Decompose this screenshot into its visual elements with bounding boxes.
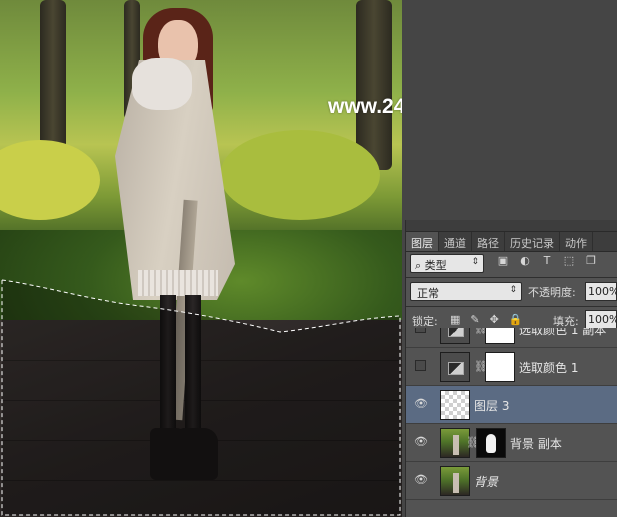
watermark-text: www.240ps.com <box>328 95 402 118</box>
layer-name: 图层 3 <box>474 399 510 413</box>
visibility-toggle[interactable] <box>415 328 426 333</box>
mask-thumbnail <box>485 328 515 344</box>
blend-mode-select[interactable]: 正常 ⇕ <box>410 282 522 301</box>
skirt <box>138 270 218 296</box>
fur-collar <box>132 58 192 110</box>
right-leg <box>185 295 201 435</box>
lock-paint-icon[interactable]: ✎ <box>470 313 479 326</box>
fill-input[interactable]: 100% <box>585 310 617 329</box>
panel-header-bar[interactable] <box>406 220 617 232</box>
eye-icon[interactable]: 👁 <box>414 436 428 448</box>
layer-name: 选取颜色 1 <box>519 361 579 375</box>
fill-label: 填充: <box>553 315 579 328</box>
opacity-label: 不透明度: <box>528 286 576 299</box>
mask-thumbnail <box>476 428 506 458</box>
adjustment-thumbnail <box>440 352 470 382</box>
layer-filter-select[interactable]: ⌕ 类型 ⇕ <box>410 254 484 273</box>
layer-thumbnail <box>440 466 470 496</box>
tab-history[interactable]: 历史记录 <box>505 232 560 251</box>
layers-panel: 图层 通道 路径 历史记录 动作 ⌕ 类型 ⇕ ▣ ◐ T ⬚ ❐ 正常 ⇕ 不… <box>405 220 617 517</box>
eye-icon[interactable]: 👁 <box>414 474 428 486</box>
yellow-foliage <box>0 140 100 220</box>
opacity-input[interactable]: 100% <box>585 282 617 301</box>
filter-value: 类型 <box>424 259 447 272</box>
layer-name: 选取颜色 1 副本 <box>519 328 607 337</box>
layer-row-selected[interactable]: 👁 图层 3 <box>406 386 617 424</box>
chevron-updown-icon: ⇕ <box>471 257 479 267</box>
adjustment-thumbnail <box>440 328 470 344</box>
document-canvas[interactable]: www.240ps.com <box>0 0 402 517</box>
lock-all-icon[interactable]: 🔒 <box>509 313 523 326</box>
lock-icons: ▦ ✎ ✥ 🔒 <box>450 313 523 326</box>
lock-label: 锁定: <box>412 315 438 328</box>
blend-mode-value: 正常 <box>417 287 439 300</box>
layer-name: 背景 副本 <box>510 437 562 451</box>
panel-tabs: 图层 通道 路径 历史记录 动作 <box>406 232 617 252</box>
chevron-updown-icon: ⇕ <box>509 285 517 295</box>
eye-icon[interactable]: 👁 <box>414 398 428 410</box>
filter-icons: ▣ ◐ T ⬚ ❐ <box>496 254 598 268</box>
tab-actions[interactable]: 动作 <box>560 232 593 251</box>
lock-transparent-icon[interactable]: ▦ <box>450 313 460 326</box>
shape-filter-icon[interactable]: ⬚ <box>562 254 576 268</box>
visibility-toggle[interactable] <box>415 360 426 371</box>
layer-row[interactable]: ⛓ 选取颜色 1 <box>406 348 617 386</box>
tab-channels[interactable]: 通道 <box>439 232 472 251</box>
right-boot <box>178 428 218 480</box>
layer-thumbnail <box>440 390 470 420</box>
smart-object-filter-icon[interactable]: ❐ <box>584 254 598 268</box>
layer-row[interactable]: 👁 背景 <box>406 462 617 500</box>
background-tree <box>356 0 392 170</box>
layers-list: ⛓ 选取颜色 1 副本 ⛓ 选取颜色 1 👁 图层 3 👁 ⛓ 背景 副本 👁 … <box>406 328 617 517</box>
layer-name: 背景 <box>474 475 499 489</box>
tab-paths[interactable]: 路径 <box>472 232 505 251</box>
search-icon: ⌕ <box>415 259 425 272</box>
layer-row[interactable]: ⛓ 选取颜色 1 副本 <box>406 328 617 348</box>
yellow-foliage <box>220 130 380 220</box>
type-filter-icon[interactable]: T <box>540 254 554 268</box>
brick-path <box>0 320 402 517</box>
layer-row[interactable]: 👁 ⛓ 背景 副本 <box>406 424 617 462</box>
mask-thumbnail <box>485 352 515 382</box>
tab-layers[interactable]: 图层 <box>406 232 439 251</box>
left-leg <box>160 295 176 435</box>
lock-move-icon[interactable]: ✥ <box>490 313 499 326</box>
pixel-filter-icon[interactable]: ▣ <box>496 254 510 268</box>
adjustment-filter-icon[interactable]: ◐ <box>518 254 532 268</box>
